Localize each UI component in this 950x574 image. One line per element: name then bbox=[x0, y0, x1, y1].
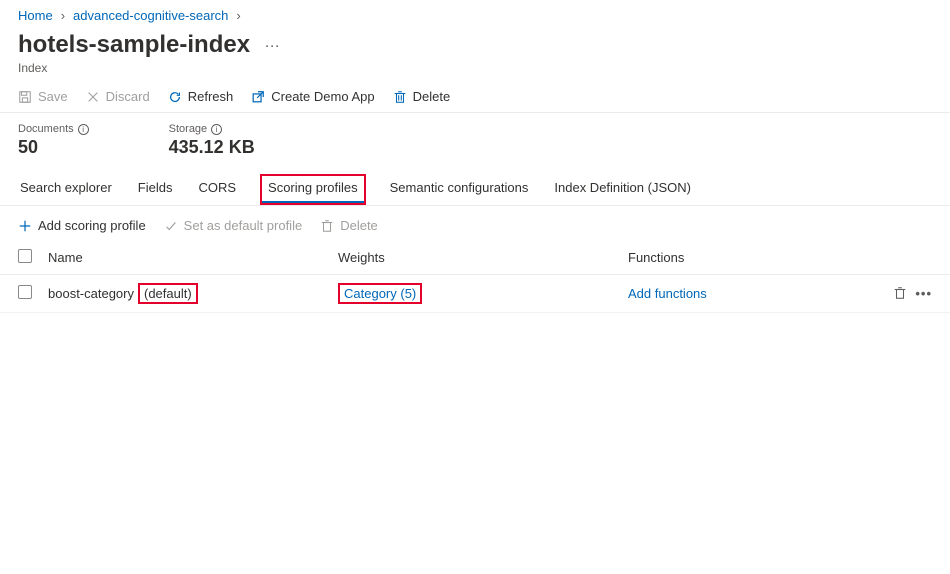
save-button: Save bbox=[18, 89, 68, 104]
trash-icon bbox=[320, 219, 334, 233]
delete-profile-label: Delete bbox=[340, 218, 378, 233]
delete-label: Delete bbox=[413, 89, 451, 104]
tab-bar: Search explorer Fields CORS Scoring prof… bbox=[0, 164, 950, 206]
storage-label: Storage bbox=[169, 123, 208, 135]
chevron-right-icon: › bbox=[61, 8, 65, 23]
save-icon bbox=[18, 90, 32, 104]
command-bar: Save Discard Refresh Create Demo App Del… bbox=[0, 81, 950, 113]
tab-cors[interactable]: CORS bbox=[196, 174, 238, 205]
add-functions-link[interactable]: Add functions bbox=[628, 286, 707, 301]
refresh-icon bbox=[168, 90, 182, 104]
resource-type: Index bbox=[18, 61, 932, 75]
stats-panel: Documents i 50 Storage i 435.12 KB bbox=[0, 113, 950, 164]
weight-link[interactable]: Category (5) bbox=[344, 286, 416, 301]
storage-stat: Storage i 435.12 KB bbox=[169, 123, 255, 158]
refresh-label: Refresh bbox=[188, 89, 234, 104]
info-icon[interactable]: i bbox=[211, 124, 222, 135]
create-demo-label: Create Demo App bbox=[271, 89, 374, 104]
breadcrumb-parent[interactable]: advanced-cognitive-search bbox=[73, 8, 228, 23]
delete-profile-button: Delete bbox=[320, 218, 378, 233]
trash-icon bbox=[393, 90, 407, 104]
table-header: Name Weights Functions bbox=[0, 241, 950, 275]
more-icon[interactable]: … bbox=[264, 34, 282, 52]
profile-name[interactable]: boost-category bbox=[48, 286, 134, 301]
row-checkbox[interactable] bbox=[18, 285, 32, 299]
info-icon[interactable]: i bbox=[78, 124, 89, 135]
tab-definition[interactable]: Index Definition (JSON) bbox=[552, 174, 693, 205]
discard-button: Discard bbox=[86, 89, 150, 104]
close-icon bbox=[86, 90, 100, 104]
tab-search-explorer[interactable]: Search explorer bbox=[18, 174, 114, 205]
set-default-button: Set as default profile bbox=[164, 218, 303, 233]
documents-label: Documents bbox=[18, 123, 74, 135]
external-link-icon bbox=[251, 90, 265, 104]
storage-value: 435.12 KB bbox=[169, 137, 255, 158]
plus-icon bbox=[18, 219, 32, 233]
delete-button[interactable]: Delete bbox=[393, 89, 451, 104]
documents-value: 50 bbox=[18, 137, 89, 158]
chevron-right-icon: › bbox=[236, 8, 240, 23]
tab-scoring-profiles[interactable]: Scoring profiles bbox=[260, 174, 366, 205]
table-row: boost-category (default) Category (5) Ad… bbox=[0, 275, 950, 313]
breadcrumb: Home › advanced-cognitive-search › bbox=[0, 0, 950, 27]
refresh-button[interactable]: Refresh bbox=[168, 89, 234, 104]
header-name[interactable]: Name bbox=[48, 250, 338, 265]
more-icon[interactable]: ••• bbox=[915, 286, 932, 301]
set-default-label: Set as default profile bbox=[184, 218, 303, 233]
add-scoring-label: Add scoring profile bbox=[38, 218, 146, 233]
scoring-toolbar: Add scoring profile Set as default profi… bbox=[0, 206, 950, 241]
header-weights[interactable]: Weights bbox=[338, 250, 628, 265]
header-functions[interactable]: Functions bbox=[628, 250, 882, 265]
page-title: hotels-sample-index bbox=[18, 31, 250, 59]
tab-semantic[interactable]: Semantic configurations bbox=[388, 174, 531, 205]
breadcrumb-home[interactable]: Home bbox=[18, 8, 53, 23]
documents-stat: Documents i 50 bbox=[18, 123, 89, 158]
select-all-checkbox[interactable] bbox=[18, 249, 32, 263]
add-scoring-profile-button[interactable]: Add scoring profile bbox=[18, 218, 146, 233]
trash-icon[interactable] bbox=[893, 286, 907, 301]
check-icon bbox=[164, 219, 178, 233]
save-label: Save bbox=[38, 89, 68, 104]
tab-fields[interactable]: Fields bbox=[136, 174, 175, 205]
create-demo-button[interactable]: Create Demo App bbox=[251, 89, 374, 104]
default-badge: (default) bbox=[138, 283, 198, 304]
title-area: hotels-sample-index … Index bbox=[0, 27, 950, 81]
discard-label: Discard bbox=[106, 89, 150, 104]
